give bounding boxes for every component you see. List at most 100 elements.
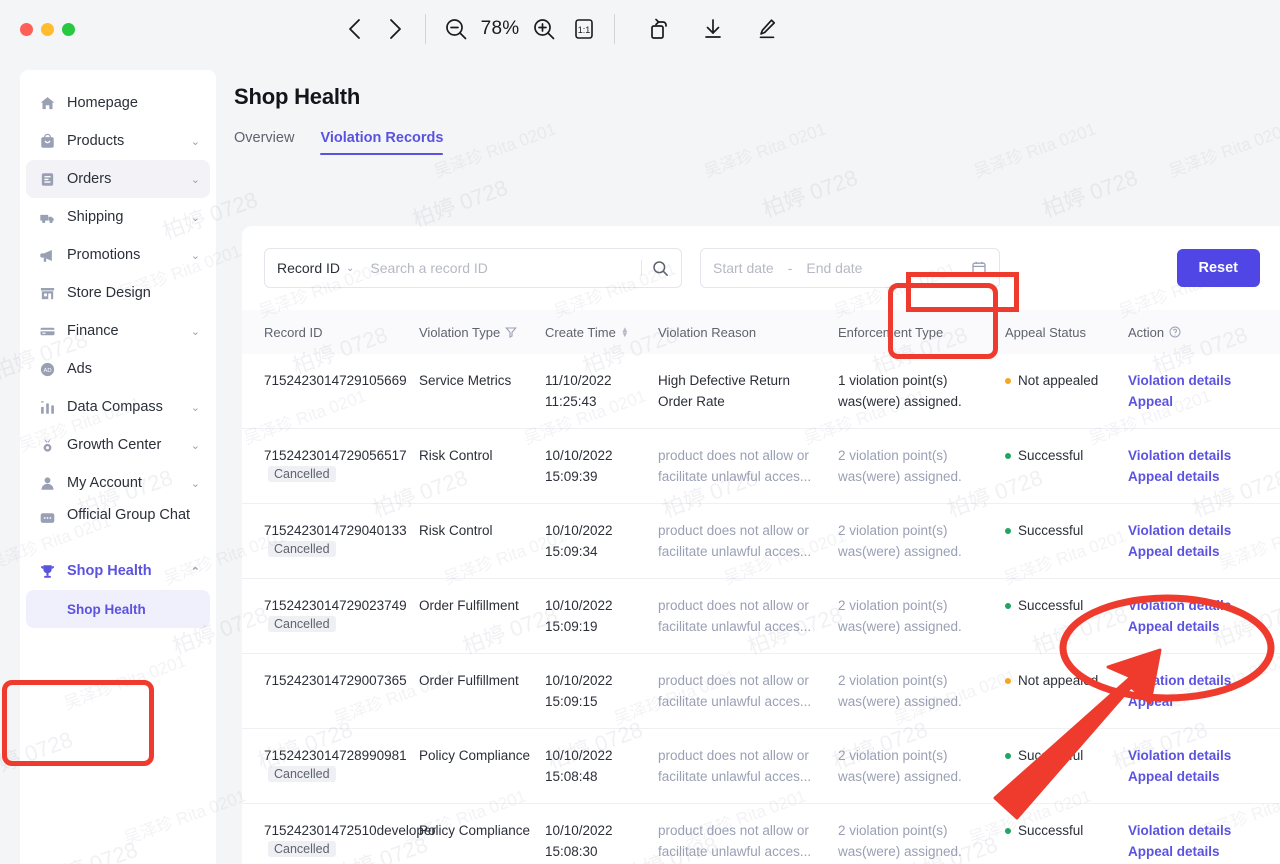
table-row: 715242301472510developer Cancelled Policy … (242, 803, 1280, 864)
action-link-appeal-details[interactable]: Appeal details (1128, 841, 1248, 862)
chevron-down-icon[interactable]: ⌄ (191, 401, 200, 414)
rotate-icon[interactable] (639, 9, 679, 49)
chat-icon (38, 509, 56, 527)
column-header-violation-type[interactable]: Violation Type (419, 325, 545, 340)
cancelled-badge: Cancelled (268, 466, 336, 482)
action-link-appeal-details[interactable]: Appeal details (1128, 466, 1248, 487)
cancelled-badge: Cancelled (268, 841, 336, 857)
record-id-value: 715242301472510developer (264, 823, 436, 838)
calendar-icon[interactable] (971, 260, 987, 276)
zoom-out-icon[interactable] (436, 9, 476, 49)
action-link-appeal-details[interactable]: Appeal details (1128, 541, 1248, 562)
violation-records-table: Record ID Violation Type Create Time ▲ ▼ Viol… (242, 310, 1280, 864)
chevron-down-icon[interactable]: ⌄ (191, 325, 200, 338)
search-input[interactable] (368, 259, 631, 277)
cell-enforcement-type: 2 violation point(s) was(were) assigned. (838, 745, 1005, 787)
sidebar-item-data-compass[interactable]: Data Compass ⌄ (26, 388, 210, 426)
chevron-down-icon[interactable]: ⌄ (191, 211, 200, 224)
chevron-up-icon[interactable]: ⌃ (191, 565, 200, 578)
action-link-violation-details[interactable]: Violation details (1128, 445, 1248, 466)
close-window-button[interactable] (20, 22, 33, 36)
end-date-field[interactable]: End date (806, 260, 862, 276)
start-date-field[interactable]: Start date (713, 260, 774, 276)
table-row: 7152423014729105669 Service Metrics 11/10/… (242, 354, 1280, 428)
column-header-action[interactable]: Action (1128, 325, 1248, 340)
violation-reason-line1: product does not allow or (658, 823, 809, 838)
chevron-down-icon[interactable]: ⌄ (191, 173, 200, 186)
violation-reason-line1: product does not allow or (658, 748, 809, 763)
forward-button[interactable] (375, 9, 415, 49)
sidebar-item-finance[interactable]: Finance ⌄ (26, 312, 210, 350)
enforcement-line2: was(were) assigned. (838, 844, 962, 859)
cancelled-badge: Cancelled (268, 616, 336, 632)
violation-reason-line2: facilitate unlawful acces... (658, 619, 812, 634)
home-icon (38, 94, 56, 112)
zoom-in-icon[interactable] (524, 9, 564, 49)
record-id-value: 7152423014729007365 (264, 673, 407, 688)
search-field-selector[interactable]: Record ID ⌄ (277, 260, 354, 276)
violation-reason-line1: product does not allow or (658, 448, 809, 463)
tab-overview[interactable]: Overview (234, 130, 294, 155)
sidebar-item-homepage[interactable]: Homepage (26, 84, 210, 122)
cell-actions: Violation details Appeal details (1128, 820, 1248, 862)
question-circle-icon[interactable] (1169, 326, 1181, 338)
sidebar-item-label: Ads (67, 361, 92, 377)
svg-text:AD: AD (43, 368, 51, 374)
appeal-status-label: Successful (1018, 598, 1084, 613)
chevron-down-icon: ⌄ (346, 262, 355, 274)
action-link-appeal-details[interactable]: Appeal details (1128, 766, 1248, 787)
sidebar-item-my-account[interactable]: My Account ⌄ (26, 464, 210, 502)
action-link-violation-details[interactable]: Violation details (1128, 670, 1248, 691)
storefront-icon (38, 284, 56, 302)
search-icon[interactable] (652, 260, 669, 277)
sort-icon[interactable]: ▲ ▼ (621, 326, 629, 339)
chevron-down-icon[interactable]: ⌄ (191, 135, 200, 148)
cell-create-time: 10/10/2022 15:08:30 (545, 820, 658, 862)
sidebar-item-promotions[interactable]: Promotions ⌄ (26, 236, 210, 274)
create-time: 15:09:39 (545, 469, 598, 484)
violation-reason-line2: facilitate unlawful acces... (658, 544, 812, 559)
sidebar-subitem-shop-health[interactable]: Shop Health (26, 590, 210, 628)
sidebar-item-shop-health[interactable]: Shop Health ⌃ (26, 552, 210, 590)
cell-violation-type: Risk Control (419, 448, 493, 463)
sidebar-item-growth-center[interactable]: Growth Center ⌄ (26, 426, 210, 464)
cell-violation-reason: product does not allow or facilitate unla… (658, 820, 838, 862)
cell-violation-reason: product does not allow or facilitate unla… (658, 445, 838, 487)
column-header-create-time[interactable]: Create Time ▲ ▼ (545, 325, 658, 340)
cell-violation-type: Order Fulfillment (419, 673, 519, 688)
date-range-picker[interactable]: Start date - End date (700, 248, 1000, 288)
action-link-violation-details[interactable]: Violation details (1128, 595, 1248, 616)
chevron-down-icon[interactable]: ⌄ (191, 477, 200, 490)
sidebar-item-store-design[interactable]: Store Design (26, 274, 210, 312)
sidebar-item-shipping[interactable]: Shipping ⌄ (26, 198, 210, 236)
sidebar-item-orders[interactable]: Orders ⌄ (26, 160, 210, 198)
markup-pen-icon[interactable] (747, 9, 787, 49)
sidebar-item-label: Store Design (67, 285, 151, 301)
sidebar-item-official-group-chat[interactable]: Official Group Chat (26, 502, 210, 552)
action-link-appeal-details[interactable]: Appeal details (1128, 616, 1248, 637)
action-link-appeal[interactable]: Appeal (1128, 691, 1248, 712)
filter-icon[interactable] (505, 326, 518, 338)
chevron-down-icon[interactable]: ⌄ (191, 249, 200, 262)
minimize-window-button[interactable] (41, 22, 54, 36)
chevron-down-icon[interactable]: ⌄ (191, 439, 200, 452)
action-link-appeal[interactable]: Appeal (1128, 391, 1248, 412)
download-icon[interactable] (693, 9, 733, 49)
action-link-violation-details[interactable]: Violation details (1128, 745, 1248, 766)
reset-button[interactable]: Reset (1176, 249, 1260, 287)
app-sidebar: Homepage Products ⌄ Orders ⌄ Shipping ⌄ Promoti… (20, 70, 216, 864)
action-link-violation-details[interactable]: Violation details (1128, 370, 1248, 391)
status-dot-icon (1005, 603, 1011, 609)
sidebar-item-products[interactable]: Products ⌄ (26, 122, 210, 160)
action-link-violation-details[interactable]: Violation details (1128, 520, 1248, 541)
svg-text:1:1: 1:1 (578, 25, 591, 35)
actual-size-button[interactable]: 1:1 (564, 9, 604, 49)
maximize-window-button[interactable] (62, 22, 75, 36)
sidebar-item-ads[interactable]: AD Ads (26, 350, 210, 388)
back-button[interactable] (335, 9, 375, 49)
record-search-box[interactable]: Record ID ⌄ (264, 248, 682, 288)
column-header-label: Violation Reason (658, 324, 757, 340)
tab-violation-records[interactable]: Violation Records (320, 130, 444, 155)
cell-enforcement-type: 2 violation point(s) was(were) assigned. (838, 820, 1005, 862)
action-link-violation-details[interactable]: Violation details (1128, 820, 1248, 841)
